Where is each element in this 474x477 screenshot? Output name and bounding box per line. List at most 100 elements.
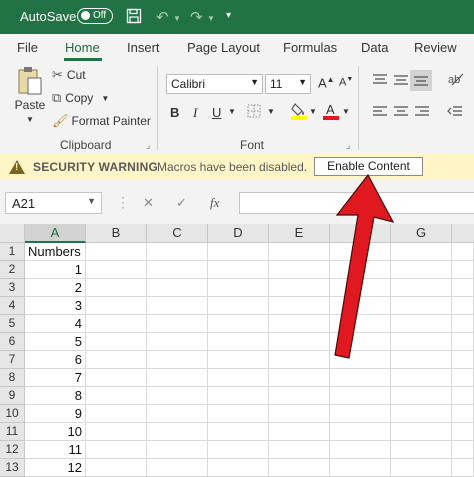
table-cell[interactable] bbox=[147, 333, 208, 351]
table-cell[interactable] bbox=[147, 315, 208, 333]
undo-dropdown-icon[interactable]: ▼ bbox=[173, 14, 181, 23]
table-cell[interactable]: 3 bbox=[25, 297, 86, 315]
table-cell[interactable] bbox=[330, 369, 391, 387]
tab-review[interactable]: Review bbox=[414, 40, 457, 55]
align-top-icon[interactable] bbox=[372, 73, 388, 90]
table-cell[interactable] bbox=[147, 405, 208, 423]
table-cell[interactable] bbox=[330, 261, 391, 279]
table-cell[interactable] bbox=[330, 297, 391, 315]
table-cell[interactable] bbox=[330, 387, 391, 405]
table-cell[interactable] bbox=[391, 351, 452, 369]
table-cell[interactable] bbox=[269, 351, 330, 369]
table-cell[interactable] bbox=[391, 387, 452, 405]
tab-insert[interactable]: Insert bbox=[127, 40, 160, 55]
table-cell[interactable] bbox=[330, 279, 391, 297]
align-right-icon[interactable] bbox=[414, 105, 430, 122]
table-cell[interactable] bbox=[147, 369, 208, 387]
name-box-dropdown-icon[interactable]: ▼ bbox=[87, 196, 96, 206]
copy-button[interactable]: ⧉ Copy ▼ bbox=[52, 90, 109, 106]
table-cell[interactable] bbox=[208, 297, 269, 315]
table-cell[interactable] bbox=[86, 405, 147, 423]
row-header[interactable]: 13 bbox=[0, 459, 25, 477]
table-cell[interactable] bbox=[269, 459, 330, 477]
table-cell[interactable] bbox=[86, 459, 147, 477]
table-cell[interactable]: 11 bbox=[25, 441, 86, 459]
table-cell[interactable] bbox=[330, 405, 391, 423]
table-cell[interactable] bbox=[330, 243, 391, 261]
row-header[interactable]: 2 bbox=[0, 261, 25, 279]
redo-icon[interactable]: ↷ bbox=[190, 8, 203, 26]
orientation-icon[interactable]: ab bbox=[447, 71, 465, 90]
align-bottom-icon[interactable] bbox=[410, 70, 432, 91]
table-cell[interactable]: 10 bbox=[25, 423, 86, 441]
column-header-f[interactable]: F bbox=[330, 224, 391, 243]
bold-icon[interactable]: B bbox=[170, 105, 179, 120]
paste-button[interactable]: Paste ▼ bbox=[14, 66, 46, 124]
cut-button[interactable]: ✂ Cut bbox=[52, 67, 86, 83]
row-header[interactable]: 12 bbox=[0, 441, 25, 459]
table-cell[interactable] bbox=[269, 423, 330, 441]
table-cell[interactable] bbox=[452, 387, 474, 405]
table-cell[interactable] bbox=[391, 297, 452, 315]
row-header[interactable]: 6 bbox=[0, 333, 25, 351]
row-header[interactable]: 8 bbox=[0, 369, 25, 387]
shrink-font-icon[interactable]: A▼ bbox=[339, 76, 353, 89]
table-cell[interactable] bbox=[86, 369, 147, 387]
table-cell[interactable] bbox=[391, 441, 452, 459]
table-cell[interactable] bbox=[86, 315, 147, 333]
table-cell[interactable] bbox=[147, 423, 208, 441]
table-cell[interactable] bbox=[391, 423, 452, 441]
table-cell[interactable] bbox=[147, 279, 208, 297]
table-cell[interactable] bbox=[391, 279, 452, 297]
table-cell[interactable] bbox=[208, 459, 269, 477]
table-cell[interactable] bbox=[208, 261, 269, 279]
copy-dropdown-icon[interactable]: ▼ bbox=[101, 94, 109, 103]
font-launcher-icon[interactable]: ⌟ bbox=[346, 140, 350, 151]
table-cell[interactable] bbox=[208, 405, 269, 423]
table-cell[interactable] bbox=[86, 261, 147, 279]
table-cell[interactable] bbox=[147, 243, 208, 261]
clipboard-launcher-icon[interactable]: ⌟ bbox=[146, 140, 150, 151]
row-header[interactable]: 4 bbox=[0, 297, 25, 315]
table-cell[interactable] bbox=[452, 405, 474, 423]
tab-page-layout[interactable]: Page Layout bbox=[187, 40, 260, 55]
font-color-dropdown-icon[interactable]: ▼ bbox=[342, 107, 350, 116]
borders-dropdown-icon[interactable]: ▼ bbox=[267, 107, 275, 116]
table-cell[interactable] bbox=[208, 243, 269, 261]
table-cell[interactable] bbox=[269, 315, 330, 333]
row-header[interactable]: 3 bbox=[0, 279, 25, 297]
column-header-b[interactable]: B bbox=[86, 224, 147, 243]
table-cell[interactable] bbox=[452, 441, 474, 459]
underline-icon[interactable]: U bbox=[212, 105, 221, 120]
table-cell[interactable]: 2 bbox=[25, 279, 86, 297]
customize-toolbar-icon[interactable]: ▾ bbox=[226, 10, 231, 21]
row-header[interactable]: 1 bbox=[0, 243, 25, 261]
tab-home[interactable]: Home bbox=[65, 40, 100, 55]
table-cell[interactable] bbox=[208, 315, 269, 333]
paste-dropdown-icon[interactable]: ▼ bbox=[26, 115, 34, 124]
table-cell[interactable] bbox=[86, 387, 147, 405]
table-cell[interactable]: 12 bbox=[25, 459, 86, 477]
table-cell[interactable] bbox=[86, 351, 147, 369]
table-cell[interactable] bbox=[269, 405, 330, 423]
table-cell[interactable] bbox=[208, 369, 269, 387]
table-cell[interactable] bbox=[269, 441, 330, 459]
tab-formulas[interactable]: Formulas bbox=[283, 40, 337, 55]
table-cell[interactable] bbox=[86, 423, 147, 441]
select-all-corner[interactable] bbox=[0, 224, 25, 243]
enter-icon[interactable]: ✓ bbox=[176, 195, 187, 211]
row-header[interactable]: 7 bbox=[0, 351, 25, 369]
align-center-icon[interactable] bbox=[393, 105, 409, 122]
table-cell[interactable]: 5 bbox=[25, 333, 86, 351]
table-cell[interactable] bbox=[391, 459, 452, 477]
grow-font-icon[interactable]: A▲ bbox=[318, 75, 335, 90]
table-cell[interactable] bbox=[147, 261, 208, 279]
table-cell[interactable] bbox=[391, 261, 452, 279]
table-cell[interactable] bbox=[330, 351, 391, 369]
table-cell[interactable] bbox=[208, 387, 269, 405]
table-cell[interactable] bbox=[208, 351, 269, 369]
table-cell[interactable] bbox=[452, 369, 474, 387]
table-cell[interactable] bbox=[147, 387, 208, 405]
table-cell[interactable] bbox=[391, 369, 452, 387]
table-cell[interactable]: 4 bbox=[25, 315, 86, 333]
